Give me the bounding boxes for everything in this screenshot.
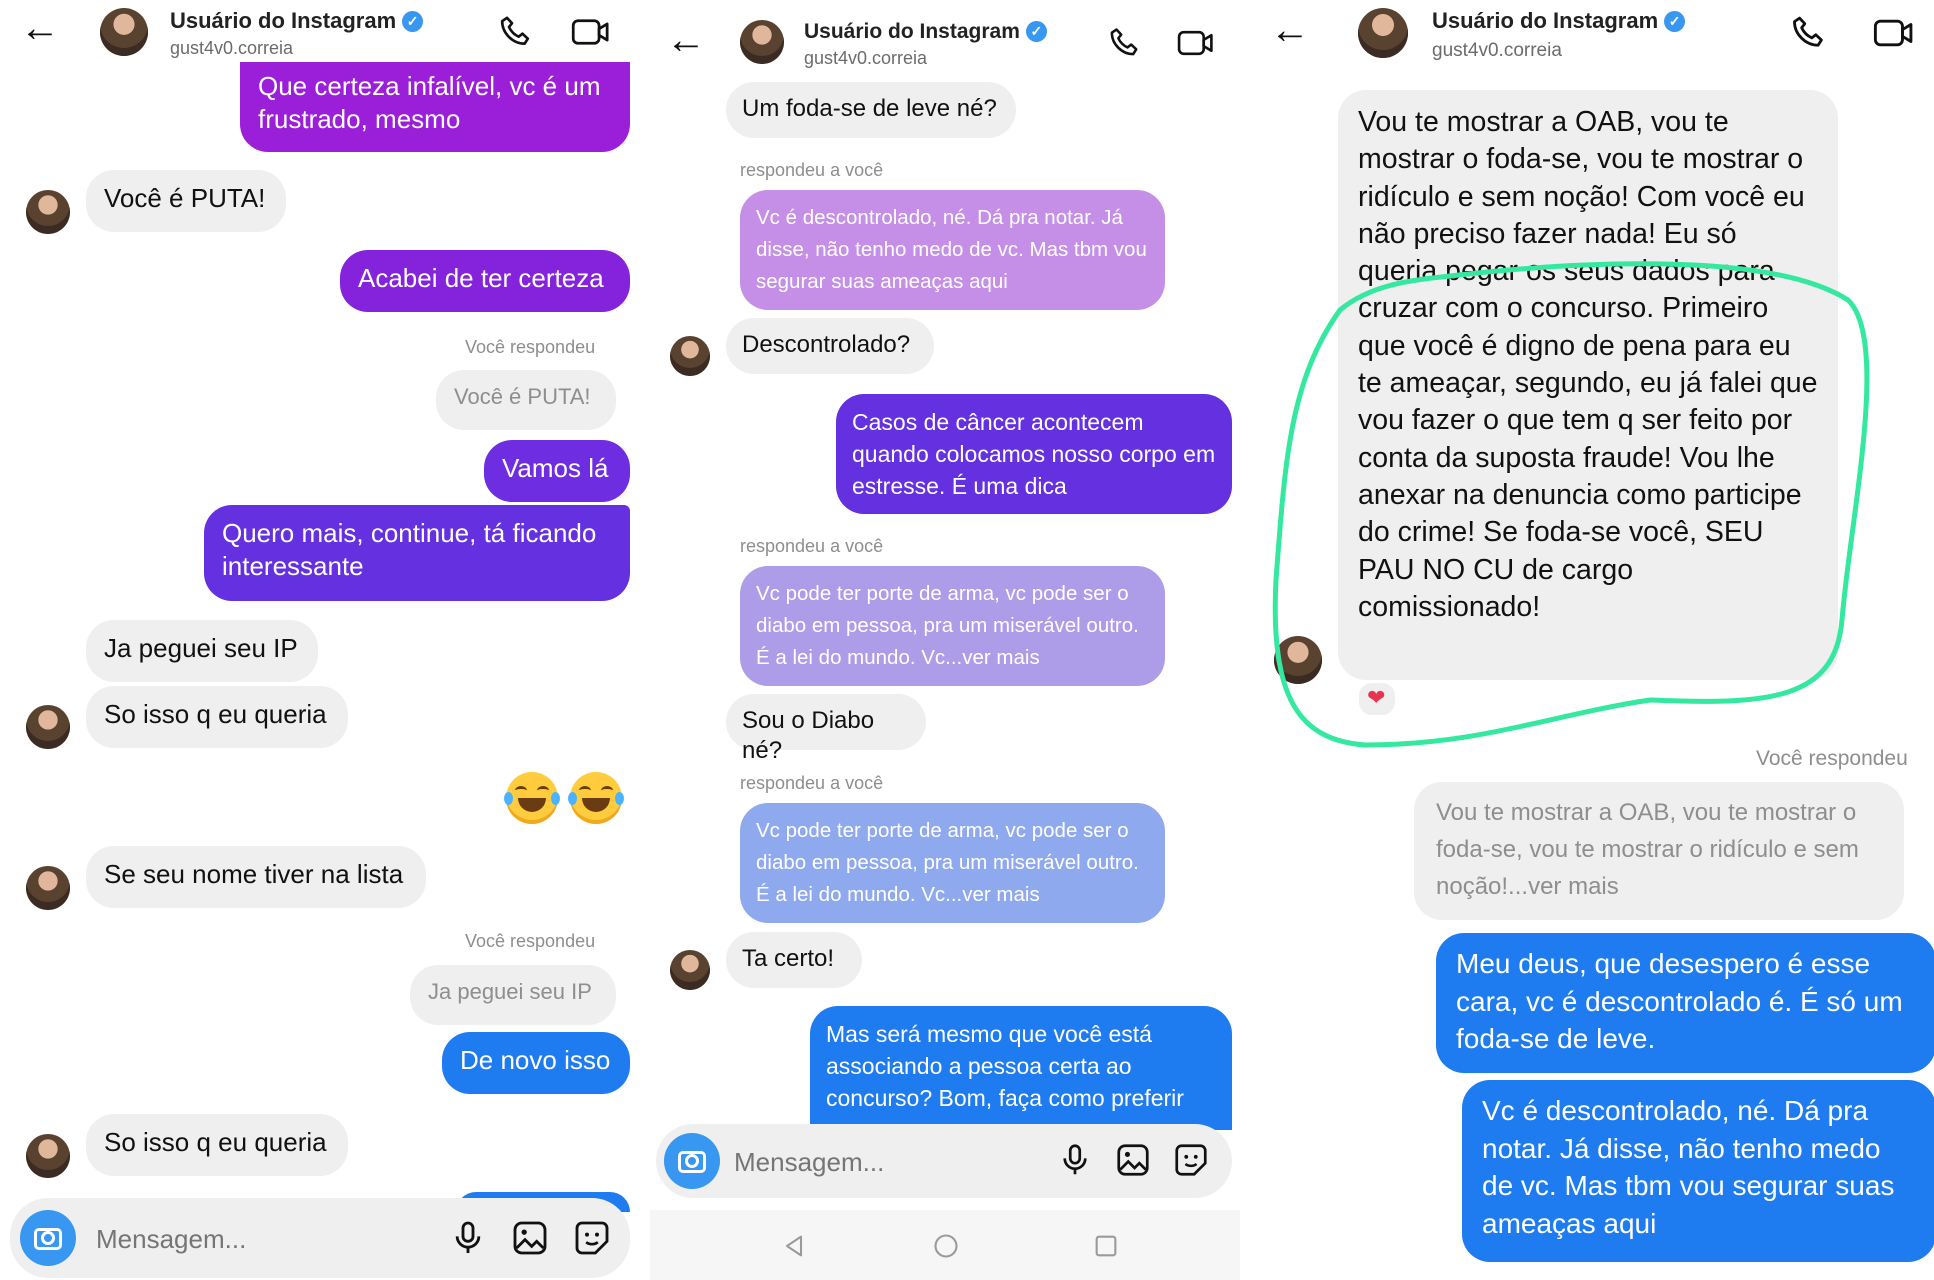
video-call-icon[interactable] [1176,24,1216,62]
chat-panel-3: ← Usuário do Instagram ✓ gust4v0.correia … [1250,0,1934,1280]
message-input[interactable] [732,1143,1036,1181]
received-message[interactable]: Descontrolado? [726,318,934,374]
avatar[interactable] [740,20,784,64]
gallery-icon[interactable] [510,1218,550,1258]
quoted-message[interactable]: Vc é descontrolado, né. Dá pra notar. Já… [740,190,1165,310]
laughing-emoji-icon [568,772,624,824]
microphone-icon[interactable] [1056,1141,1094,1179]
phone-call-icon[interactable] [496,12,536,52]
phone-call-icon[interactable] [1106,24,1144,62]
sticker-icon[interactable] [572,1218,612,1258]
received-message[interactable]: Sou o Diabo né? [726,694,926,764]
verified-badge-icon: ✓ [1025,21,1047,42]
sticker-icon[interactable] [1172,1141,1210,1179]
sent-message[interactable]: Quero mais, continue, tá ficando interes… [204,505,630,601]
sent-message[interactable]: Meu deus, que desespero é esse cara, vc … [1436,933,1934,1073]
avatar[interactable] [26,705,70,749]
system-navigation-bar [650,1210,1240,1280]
nav-back-icon[interactable] [780,1232,808,1260]
sent-message[interactable]: De novo isso [442,1032,630,1094]
reply-label: respondeu a você [740,773,884,793]
quoted-message[interactable]: Vou te mostrar a OAB, vou te mostrar o f… [1414,782,1904,920]
back-arrow-icon[interactable]: ← [20,8,60,48]
avatar[interactable] [670,950,710,990]
reply-label: Você respondeu [1756,747,1908,770]
nav-recents-icon[interactable] [1092,1232,1120,1260]
video-call-icon[interactable] [570,12,612,52]
sent-message[interactable]: Que certeza infalível, vc é um frustrado… [240,62,630,152]
reply-label: respondeu a você [740,160,884,180]
microphone-icon[interactable] [448,1218,488,1258]
sent-message[interactable]: Vc é descontrolado, né. Dá pra notar. Já… [1462,1080,1934,1262]
avatar[interactable] [100,8,148,56]
avatar[interactable] [26,190,70,234]
quoted-message[interactable]: Você é PUTA! [436,370,616,430]
camera-icon[interactable] [20,1210,76,1266]
nav-home-icon[interactable] [932,1232,960,1260]
received-message[interactable]: Você é PUTA! [86,170,286,232]
contact-name[interactable]: Usuário do Instagram ✓ [804,20,1047,44]
sent-message[interactable]: Mas será mesmo que você está associando … [810,1006,1232,1130]
contact-username: gust4v0.correia [804,48,928,68]
camera-icon[interactable] [664,1133,720,1189]
reply-label: Você respondeu [465,931,596,951]
sent-message[interactable]: Acabei de ter certeza [340,250,630,312]
chat-panel-1: ← Usuário do Instagram ✓ gust4v0.correia … [0,0,640,1280]
chat-panel-2: ← Usuário do Instagram ✓ gust4v0.correia … [640,0,1250,1280]
received-message[interactable]: Ja peguei seu IP [86,620,318,682]
contact-name[interactable]: Usuário do Instagram ✓ [170,8,424,34]
avatar[interactable] [26,1134,70,1178]
sent-message[interactable]: Casos de câncer acontecem quando colocam… [836,394,1232,514]
received-message[interactable]: Ta certo! [726,932,862,988]
gallery-icon[interactable] [1114,1141,1152,1179]
laughing-emoji-message[interactable] [504,770,630,830]
back-arrow-icon[interactable]: ← [666,20,706,60]
message-composer [10,1198,630,1278]
avatar[interactable] [26,866,70,910]
quoted-message[interactable]: Ja peguei seu IP [410,965,616,1025]
sent-message[interactable]: Vamos lá [484,440,630,502]
received-message[interactable]: Se seu nome tiver na lista [86,846,426,908]
quoted-message[interactable]: Vc pode ter porte de arma, vc pode ser o… [740,566,1165,686]
laughing-emoji-icon [504,772,560,824]
message-composer [656,1124,1232,1198]
reply-label: Você respondeu [465,337,596,357]
verified-badge-icon: ✓ [402,11,424,32]
avatar[interactable] [670,336,710,376]
received-message[interactable]: Um foda-se de leve né? [726,82,1016,138]
received-message[interactable]: So isso q eu queria [86,686,348,748]
contact-username: gust4v0.correia [170,38,294,58]
reply-label: respondeu a você [740,536,884,556]
quoted-message[interactable]: Vc pode ter porte de arma, vc pode ser o… [740,803,1165,923]
received-message[interactable]: So isso q eu queria [86,1114,348,1176]
message-input[interactable] [94,1220,428,1258]
